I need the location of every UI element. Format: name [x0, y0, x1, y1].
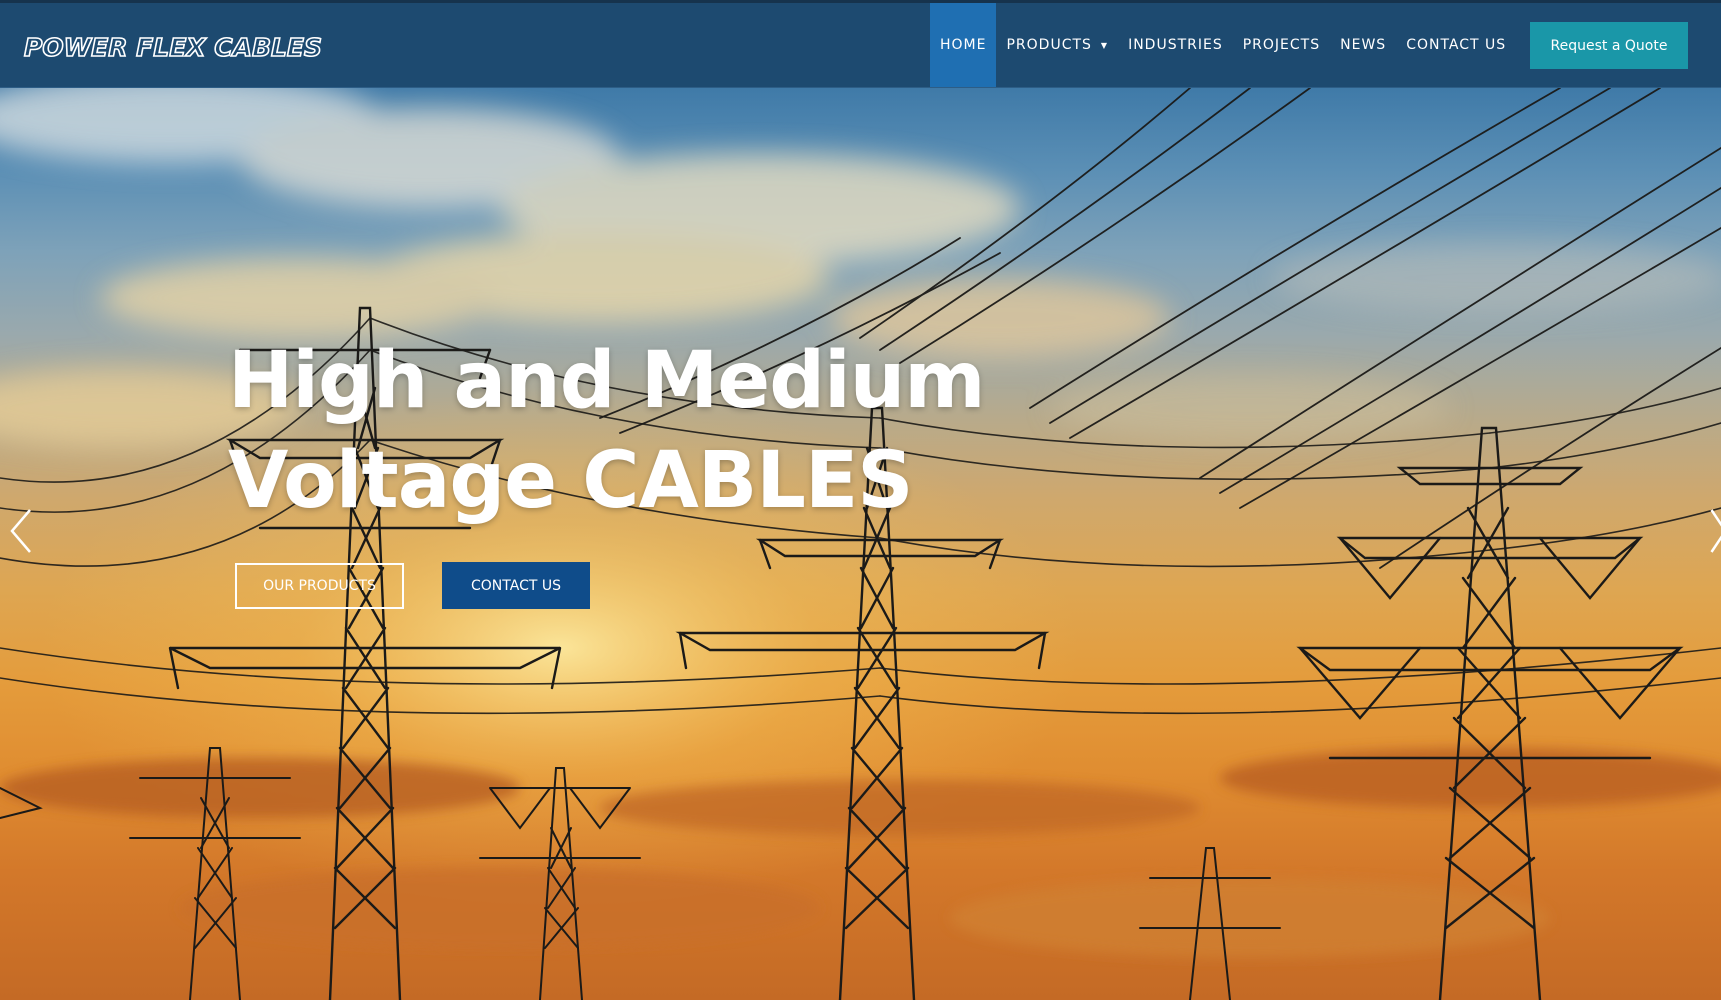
hero-button-group: OUR PRODUCTS CONTACT US — [235, 562, 635, 609]
site-logo[interactable]: POWER FLEX CABLES — [23, 32, 323, 63]
site-header: POWER FLEX CABLES HOME PRODUCTS ▼ INDUST… — [0, 0, 1721, 88]
main-nav: HOME PRODUCTS ▼ INDUSTRIES PROJECTS NEWS… — [930, 3, 1516, 87]
nav-item-label: NEWS — [1340, 37, 1387, 53]
nav-item-industries[interactable]: INDUSTRIES — [1118, 3, 1233, 87]
hero-content: High and Medium Voltage CABLES OUR PRODU… — [228, 331, 986, 609]
chevron-right-icon[interactable] — [1702, 506, 1721, 556]
contact-us-button[interactable]: CONTACT US — [442, 562, 590, 609]
nav-item-label: INDUSTRIES — [1128, 37, 1223, 53]
nav-item-contact[interactable]: CONTACT US — [1396, 3, 1516, 87]
chevron-left-icon[interactable] — [6, 506, 36, 556]
our-products-button[interactable]: OUR PRODUCTS — [235, 563, 404, 609]
hero-title-line: High and Medium — [228, 336, 986, 426]
page: POWER FLEX CABLES HOME PRODUCTS ▼ INDUST… — [0, 0, 1721, 1000]
request-quote-button[interactable]: Request a Quote — [1530, 22, 1688, 69]
nav-item-label: CONTACT US — [1406, 37, 1507, 53]
nav-item-products[interactable]: PRODUCTS ▼ — [996, 3, 1118, 87]
nav-item-news[interactable]: NEWS — [1330, 3, 1396, 87]
nav-item-home[interactable]: HOME — [930, 3, 997, 87]
hero-slider: High and Medium Voltage CABLES OUR PRODU… — [0, 88, 1721, 1000]
power-lines-illustration — [0, 88, 1721, 1000]
nav-item-label: PROJECTS — [1242, 37, 1321, 53]
nav-item-projects[interactable]: PROJECTS — [1233, 3, 1330, 87]
hero-title-line: Voltage CABLES — [228, 436, 913, 526]
nav-item-label: HOME — [940, 37, 987, 53]
caret-down-icon: ▼ — [1100, 40, 1109, 50]
hero-title: High and Medium Voltage CABLES — [228, 331, 986, 531]
nav-item-label: PRODUCTS — [1006, 37, 1092, 53]
